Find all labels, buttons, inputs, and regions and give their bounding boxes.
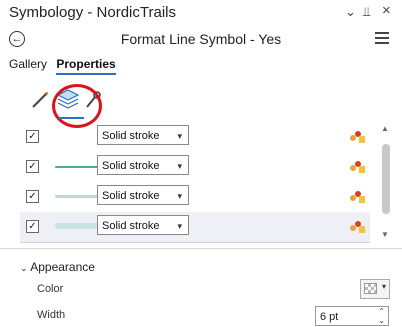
chevron-down-icon: ▾ (381, 282, 386, 291)
tab-properties[interactable]: Properties (56, 57, 116, 75)
scrollbar-thumb[interactable] (382, 144, 390, 214)
stroke-type-dropdown[interactable]: Solid stroke ▾ (97, 185, 189, 205)
layer-lock-icon[interactable] (348, 128, 366, 144)
symbol-icon[interactable] (30, 90, 50, 110)
appearance-section-header[interactable]: ⌄ Appearance (20, 260, 95, 274)
pane-subtitle: Format Line Symbol - Yes (120, 31, 282, 47)
menu-icon[interactable] (375, 32, 389, 47)
symbol-layer-row[interactable]: ✓ Solid stroke ▾ (20, 182, 370, 212)
color-picker-button[interactable]: ▾ (360, 279, 390, 299)
width-stepper[interactable]: ⌃ ⌄ (378, 307, 385, 325)
layer-lock-icon[interactable] (348, 218, 366, 234)
symbol-layers-list: ✓ Solid stroke ▾ ✓ Solid stroke ▾ ✓ Solid … (20, 122, 396, 243)
symbol-layer-row[interactable]: ✓ Solid stroke ▾ (20, 212, 370, 243)
chevron-down-icon: ▾ (177, 161, 182, 171)
pane-options-dropdown[interactable]: ⌄ (345, 4, 356, 20)
tab-gallery[interactable]: Gallery (9, 57, 47, 71)
pin-icon[interactable]: ⫫ (363, 4, 370, 20)
layer-visibility-checkbox[interactable]: ✓ (26, 190, 39, 203)
chevron-down-icon: ⌄ (20, 263, 28, 273)
no-color-swatch-icon (364, 283, 377, 294)
stroke-type-dropdown[interactable]: Solid stroke ▾ (97, 155, 189, 175)
chevron-down-icon: ▾ (177, 191, 182, 201)
chevron-down-icon: ▾ (177, 131, 182, 141)
width-label: Width (37, 309, 66, 321)
stroke-type-dropdown[interactable]: Solid stroke ▾ (97, 125, 189, 145)
active-tab-indicator (58, 117, 84, 119)
close-icon[interactable]: × (382, 2, 391, 19)
symbol-layer-row[interactable]: ✓ Solid stroke ▾ (20, 152, 370, 182)
stroke-type-dropdown[interactable]: Solid stroke ▾ (97, 215, 189, 235)
layer-lock-icon[interactable] (348, 158, 366, 174)
scroll-down-icon[interactable]: ▼ (381, 230, 389, 239)
layer-visibility-checkbox[interactable]: ✓ (26, 160, 39, 173)
scroll-up-icon[interactable]: ▲ (381, 124, 389, 133)
chevron-down-icon: ▾ (177, 221, 182, 231)
layer-visibility-checkbox[interactable]: ✓ (26, 130, 39, 143)
pane-title: Symbology - NordicTrails (9, 4, 176, 21)
layer-visibility-checkbox[interactable]: ✓ (26, 220, 39, 233)
layer-lock-icon[interactable] (348, 188, 366, 204)
section-divider (0, 248, 402, 249)
symbol-layer-row[interactable]: ✓ Solid stroke ▾ (20, 122, 370, 152)
width-field[interactable]: 6 pt ⌃ ⌄ (315, 306, 389, 326)
layers-scrollbar[interactable]: ▲ ▼ (379, 122, 393, 242)
tab-bar: Gallery Properties (9, 57, 122, 75)
color-label: Color (37, 283, 64, 295)
